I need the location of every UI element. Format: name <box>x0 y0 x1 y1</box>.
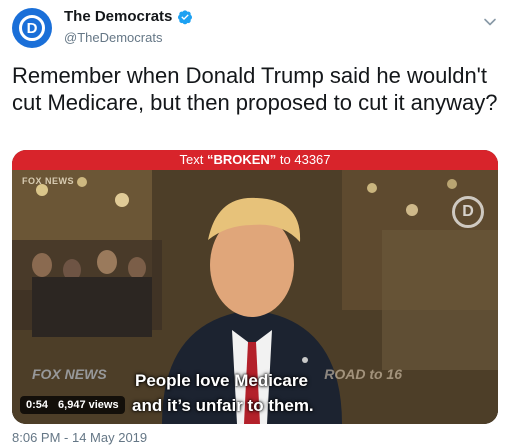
author-name-row: The Democrats <box>64 8 193 25</box>
tweet-text: Remember when Donald Trump said he would… <box>12 63 498 115</box>
fox-news-lower-bug: FOX NEWS <box>32 366 107 382</box>
banner-keyword: “BROKEN” <box>206 152 277 167</box>
video-banner: Text “BROKEN” to 43367 <box>12 150 498 170</box>
verified-badge-icon <box>178 9 193 24</box>
chevron-down-icon[interactable] <box>482 14 498 30</box>
author-handle[interactable]: @TheDemocrats <box>64 30 162 45</box>
caption-line-2: and it’s unfair to them. <box>132 396 314 415</box>
fox-news-top-bug: FOX NEWS <box>22 176 75 186</box>
avatar[interactable]: D <box>12 8 52 48</box>
author-display-name[interactable]: The Democrats <box>64 8 172 25</box>
banner-prefix: Text <box>179 152 207 167</box>
caption-line-1: People love Medicare <box>135 371 308 390</box>
banner-suffix: to 43367 <box>276 152 331 167</box>
video-views: 6,947 views <box>58 399 119 411</box>
democrats-watermark-icon: D <box>452 196 484 228</box>
tweet-timestamp[interactable]: 8:06 PM - 14 May 2019 <box>12 430 147 445</box>
watermark-letter: D <box>462 203 474 220</box>
video-duration: 0:54 <box>26 399 49 411</box>
video-caption: People love Medicare and it’s unfair to … <box>132 368 314 418</box>
video-meta: 0:54 6,947 views <box>20 396 125 414</box>
video-player[interactable]: Text “BROKEN” to 43367 FOX NEWS D FOX NE… <box>12 150 498 424</box>
democrats-logo-icon: D <box>19 15 45 41</box>
road-to-16-bug: ROAD to 16 <box>324 366 402 382</box>
avatar-letter: D <box>26 19 38 37</box>
